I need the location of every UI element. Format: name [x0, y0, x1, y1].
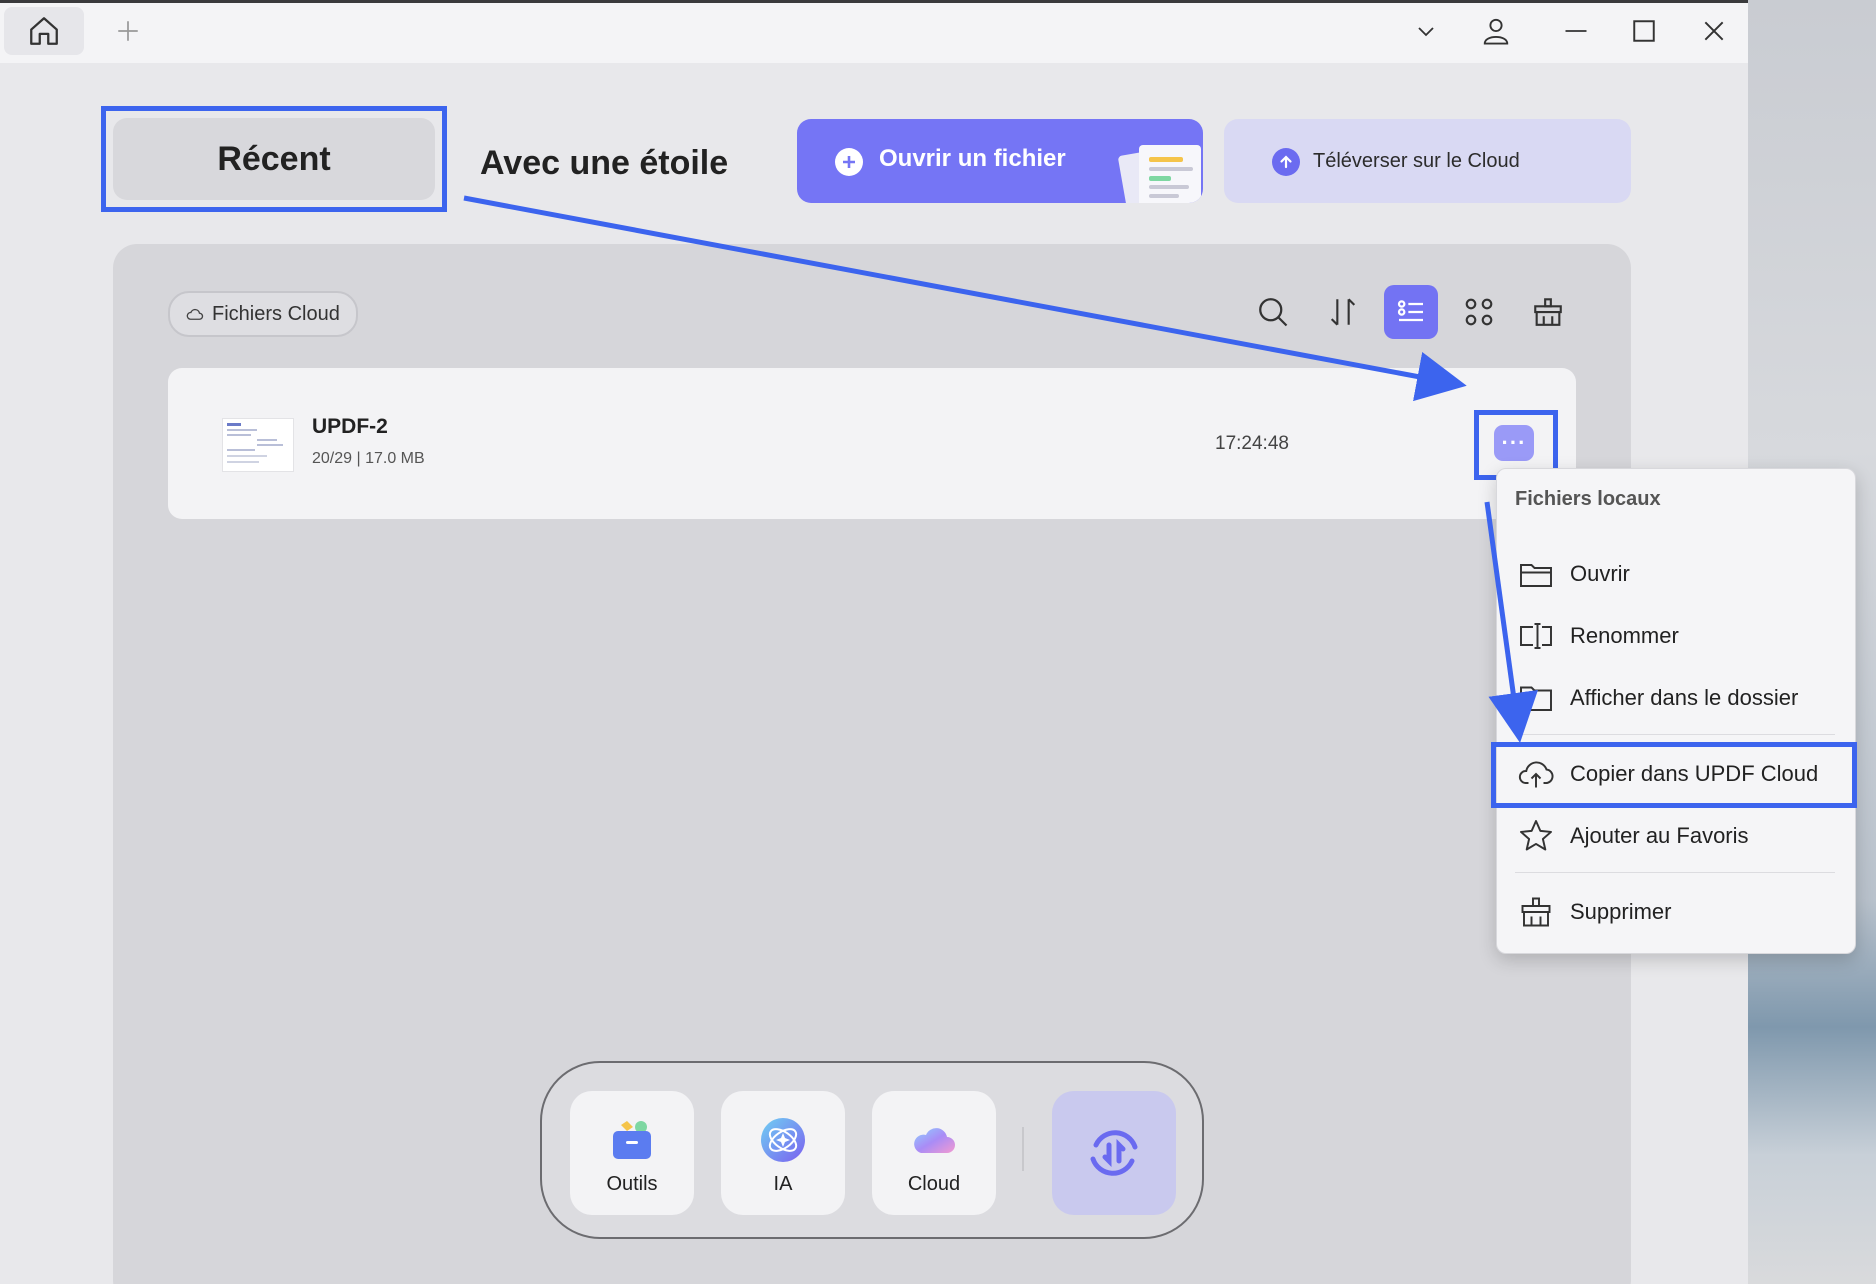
dock-converter[interactable] [1052, 1091, 1176, 1215]
menu-item-delete-label: Supprimer [1570, 899, 1672, 924]
upload-arrow-icon [1272, 148, 1300, 176]
file-meta: 20/29 | 17.0 MB [312, 450, 425, 467]
home-icon [30, 17, 58, 45]
menu-item-delete[interactable]: Supprimer [1518, 888, 1671, 936]
home-tab[interactable] [4, 7, 84, 55]
cloud-outline-icon [186, 308, 204, 320]
cloud-files-filter[interactable]: Fichiers Cloud [168, 291, 358, 337]
folder-icon [1520, 686, 1552, 711]
dock-ai-label: IA [773, 1173, 793, 1195]
account-button[interactable] [1474, 9, 1518, 53]
minimize-icon [1565, 30, 1587, 32]
grid-view-icon [1465, 298, 1493, 326]
sort-button[interactable] [1316, 285, 1370, 339]
close-icon [1704, 21, 1724, 41]
menu-item-open-label: Ouvrir [1570, 561, 1630, 586]
search-button[interactable] [1246, 285, 1300, 339]
context-menu-header: Fichiers locaux [1515, 488, 1661, 510]
documents-illustration [1118, 145, 1201, 203]
minimize-button[interactable] [1554, 9, 1598, 53]
file-thumbnail [222, 418, 294, 472]
menu-item-rename-label: Renommer [1570, 623, 1679, 648]
list-view-icon [1397, 300, 1423, 322]
new-tab-button[interactable] [108, 11, 148, 51]
menu-item-add-favorite-label: Ajouter au Favoris [1570, 823, 1749, 848]
menu-item-show-in-folder-label: Afficher dans le dossier [1570, 685, 1799, 710]
menu-separator [1515, 872, 1835, 873]
cloud-icon [914, 1128, 955, 1153]
chevron-down-icon [1418, 27, 1434, 37]
menu-item-add-favorite[interactable]: Ajouter au Favoris [1518, 812, 1749, 860]
upload-cloud-label: Téléverser sur le Cloud [1313, 150, 1520, 172]
annotation-box-recent [101, 106, 447, 212]
file-name: UPDF-2 [312, 415, 388, 438]
file-time: 17:24:48 [1215, 433, 1289, 454]
tab-starred[interactable]: Avec une étoile [480, 123, 728, 203]
search-icon [1259, 298, 1288, 327]
trash-icon [1521, 897, 1551, 927]
menu-item-show-in-folder[interactable]: Afficher dans le dossier [1518, 674, 1798, 722]
menu-item-rename[interactable]: Renommer [1518, 612, 1679, 660]
cloud-files-filter-label: Fichiers Cloud [212, 302, 340, 325]
tools-icon [613, 1121, 651, 1159]
maximize-icon [1633, 20, 1655, 42]
clear-button[interactable] [1521, 285, 1575, 339]
sort-icon [1330, 298, 1356, 326]
title-bar [0, 3, 1748, 63]
dropdown-button[interactable] [1404, 9, 1448, 53]
upload-cloud-button[interactable]: Téléverser sur le Cloud [1224, 119, 1631, 203]
open-file-button[interactable]: Ouvrir un fichier [797, 119, 1203, 203]
list-view-button[interactable] [1384, 285, 1438, 339]
menu-separator [1515, 734, 1835, 735]
maximize-button[interactable] [1622, 9, 1666, 53]
plus-icon [118, 21, 138, 41]
dock-cloud[interactable]: Cloud [872, 1091, 996, 1215]
clear-icon [1534, 298, 1562, 326]
user-icon [1483, 18, 1509, 45]
dock-tools[interactable]: Outils [570, 1091, 694, 1215]
folder-open-icon [1520, 564, 1552, 587]
plus-circle-icon [835, 148, 863, 176]
app-window: Récent Avec une étoile Ouvrir un fichier… [0, 0, 1748, 1284]
dock-tools-label: Outils [606, 1173, 658, 1195]
annotation-box-copy-to-cloud [1491, 742, 1857, 808]
grid-view-button[interactable] [1452, 285, 1506, 339]
dock-ai[interactable]: IA [721, 1091, 845, 1215]
close-button[interactable] [1692, 9, 1736, 53]
dock-separator [1022, 1127, 1024, 1171]
rename-icon [1520, 623, 1552, 649]
convert-icon [1090, 1130, 1138, 1176]
star-icon [1520, 820, 1552, 851]
ai-icon [761, 1118, 805, 1162]
menu-item-open[interactable]: Ouvrir [1518, 550, 1630, 598]
file-row[interactable] [168, 368, 1576, 519]
dock-cloud-label: Cloud [907, 1173, 961, 1195]
open-file-label: Ouvrir un fichier [879, 145, 1066, 172]
